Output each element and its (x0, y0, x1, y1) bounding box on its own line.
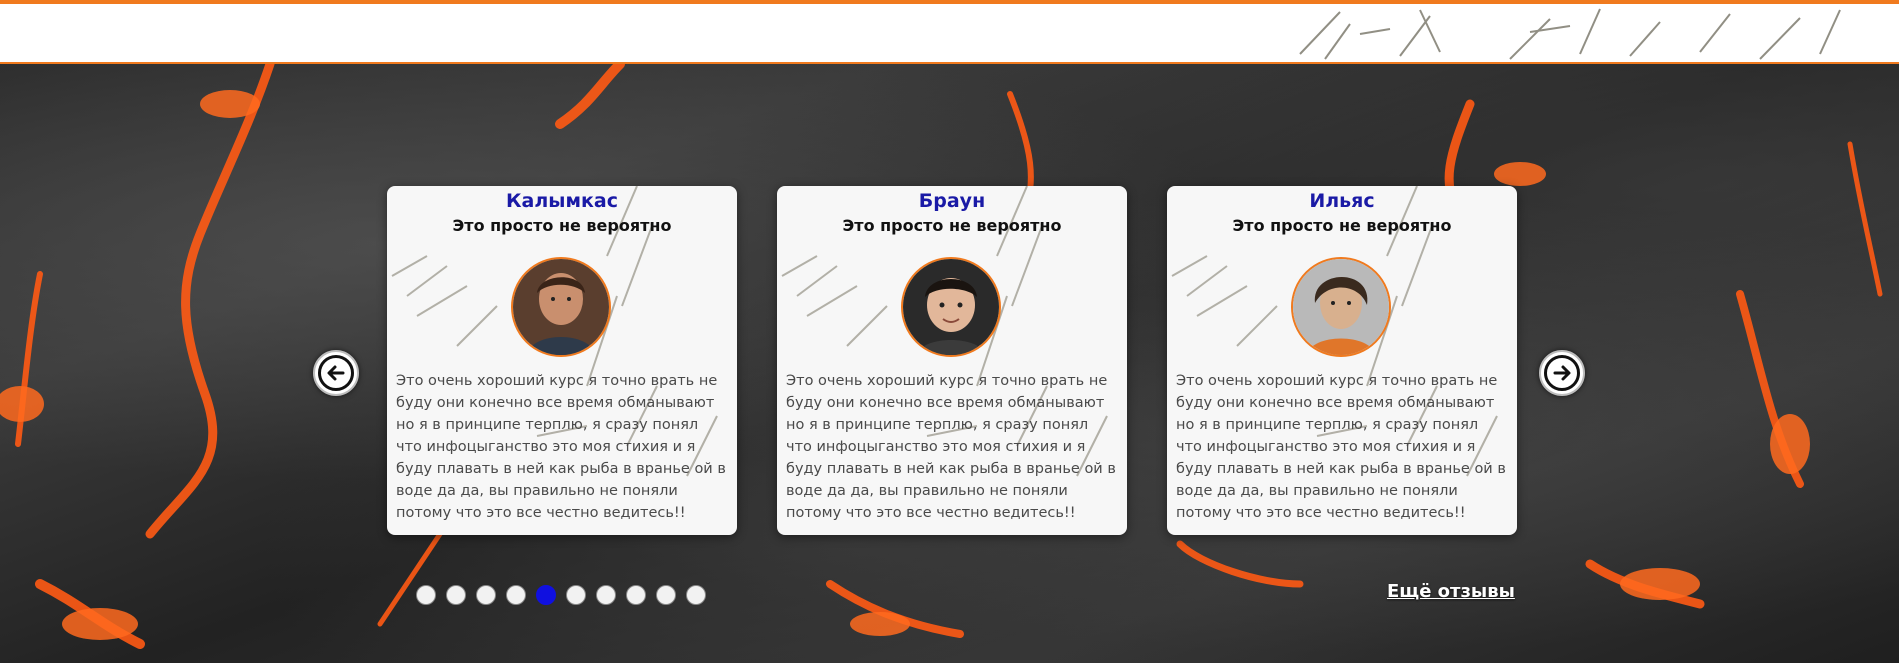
more-reviews-link[interactable]: Ещё отзывы (1387, 581, 1515, 602)
pagination-dot[interactable] (656, 585, 676, 605)
testimonial-card: Ильяс Это просто не вероятно Это очень х… (1167, 186, 1517, 535)
pagination-dot[interactable] (626, 585, 646, 605)
review-text: Это очень хороший курс я точно врать не … (1176, 373, 1506, 521)
pagination-dot[interactable] (596, 585, 616, 605)
pagination-dot[interactable] (566, 585, 586, 605)
child-portrait-avatar (901, 257, 1001, 357)
reviewer-name: Калымкас (506, 190, 618, 212)
next-arrow-button[interactable] (1539, 350, 1585, 396)
review-text: Это очень хороший курс я точно врать не … (396, 373, 726, 521)
arrow-right-icon (1544, 355, 1580, 391)
grunge-texture (1299, 8, 1841, 60)
review-tagline: Это просто не вероятно (452, 216, 672, 235)
pagination-dot-active[interactable] (536, 585, 556, 605)
pagination-dot[interactable] (506, 585, 526, 605)
testimonial-card: Калымкас Это просто не вероятно Это очен… (387, 186, 737, 535)
pagination-dot[interactable] (416, 585, 436, 605)
review-text: Это очень хороший курс я точно врать не … (786, 373, 1116, 521)
prev-arrow-button[interactable] (313, 350, 359, 396)
reviewer-name: Ильяс (1309, 190, 1375, 212)
testimonial-card: Браун Это просто не вероятно Это очень х… (777, 186, 1127, 535)
reviewer-name: Браун (918, 190, 986, 212)
review-tagline: Это просто не вероятно (842, 216, 1062, 235)
carousel-pagination (416, 585, 706, 607)
pagination-dot[interactable] (446, 585, 466, 605)
pagination-dot[interactable] (686, 585, 706, 605)
arrow-left-icon (318, 355, 354, 391)
top-banner (0, 0, 1899, 64)
review-tagline: Это просто не вероятно (1232, 216, 1452, 235)
pagination-dot[interactable] (476, 585, 496, 605)
boy-portrait-avatar (511, 257, 611, 357)
teen-portrait-avatar (1291, 257, 1391, 357)
